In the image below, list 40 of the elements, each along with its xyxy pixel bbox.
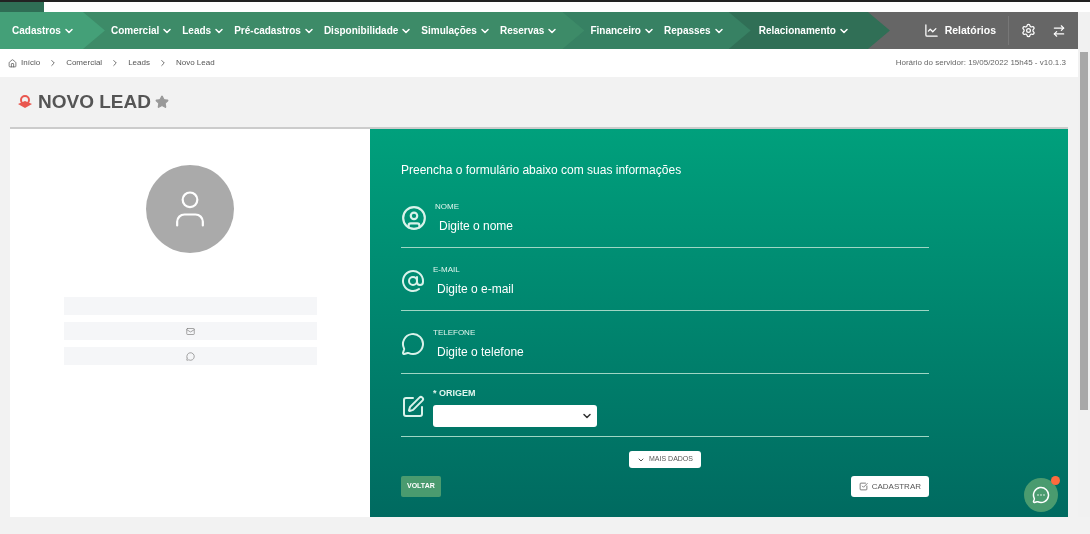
chat-icon	[1032, 486, 1050, 504]
nav-menu-item[interactable]: Leads	[182, 23, 226, 38]
nav-menu-item[interactable]: Repasses	[664, 23, 725, 38]
swap-arrows-icon	[1052, 23, 1066, 38]
nav-menu-item[interactable]: Pré-cadastros	[234, 23, 315, 38]
settings-icon	[1021, 23, 1036, 38]
nav-menu-item[interactable]: Disponibilidade	[323, 23, 413, 38]
reports-link[interactable]: Relatórios	[911, 12, 1008, 49]
line-chart-icon	[923, 23, 939, 38]
nav-menu-item[interactable]: Reservas	[499, 23, 559, 38]
chat-bubble-icon	[401, 332, 425, 356]
breadcrumb-item: Novo Lead	[175, 57, 215, 69]
text-input-field[interactable]: Digite o telefone	[433, 343, 929, 361]
breadcrumb-item[interactable]: Início	[21, 57, 41, 69]
form-heading: Preencha o formulário abaixo com suas informações	[401, 162, 683, 179]
at-sign-icon	[401, 269, 425, 293]
mail-icon	[185, 326, 195, 336]
chat-bubble-icon	[185, 351, 195, 361]
field-label: * ORIGEM	[433, 387, 477, 401]
nav-menu-item[interactable]: Comercial	[110, 23, 174, 38]
breadcrumb-item[interactable]: Leads	[128, 57, 150, 69]
field-label: TELEFONE	[433, 327, 477, 339]
text-input-field[interactable]: Digite o nome	[435, 217, 929, 235]
nav-menu-item[interactable]: Simulações	[421, 23, 491, 38]
checkbox-icon	[858, 482, 868, 491]
favorite-star-icon[interactable]	[154, 95, 169, 109]
breadcrumb-item[interactable]: Comercial	[66, 57, 103, 69]
register-button[interactable]: CADASTRAR	[850, 476, 929, 497]
top-strip-block	[0, 2, 44, 12]
field-label: NOME	[435, 201, 460, 213]
origin-select[interactable]	[433, 404, 597, 427]
edit-icon	[401, 395, 425, 419]
server-time: Horário do servidor: 19/05/2022 15h45 - v10.1.3	[895, 57, 1067, 69]
user-circle-icon	[401, 205, 427, 231]
page-title: NOVO LEAD	[38, 89, 151, 114]
field-label: E-MAIL	[433, 264, 461, 276]
home-icon	[8, 58, 17, 68]
nav-menu-item[interactable]: Financeiro	[590, 23, 655, 38]
logo-icon	[16, 94, 34, 110]
text-input-field[interactable]: Digite o e-mail	[433, 280, 929, 298]
